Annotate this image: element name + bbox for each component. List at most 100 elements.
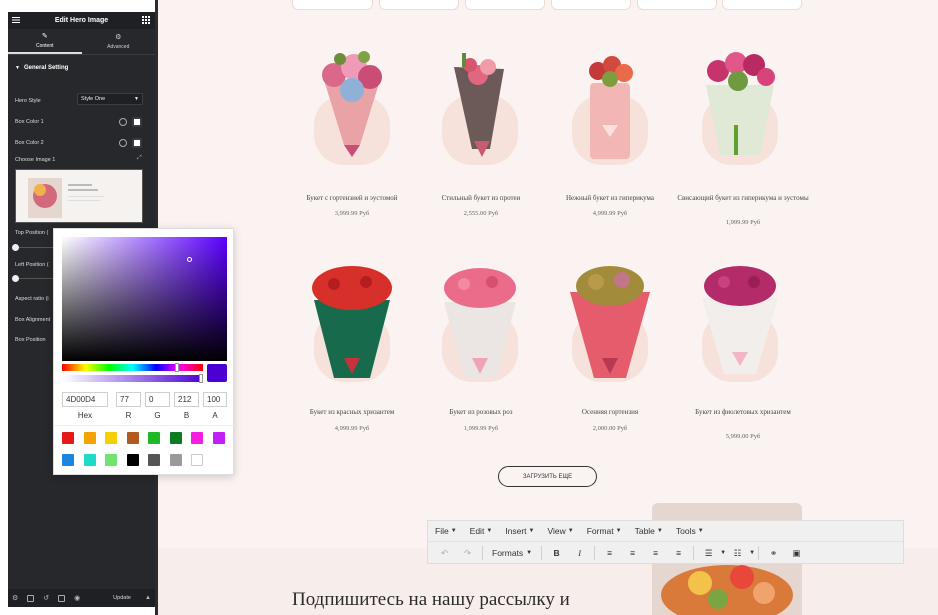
menu-view[interactable]: View ▼ [547,526,573,536]
load-more-button[interactable]: ЗАГРУЗИТЬ ЕЩЕ [498,466,597,487]
tab-label: Content [35,43,54,49]
saturation-handle[interactable] [187,257,192,262]
bold-icon[interactable]: B [545,543,568,563]
category-tab[interactable] [292,0,373,10]
product-image[interactable] [692,45,788,165]
redo-icon[interactable]: ↷ [456,543,479,563]
align-justify-icon[interactable]: ≡ [667,543,690,563]
product-image[interactable] [562,45,658,165]
undo-icon[interactable]: ↶ [433,543,456,563]
menu-tools[interactable]: Tools ▼ [676,526,704,536]
preset-color-swatch[interactable] [191,432,203,444]
a-input[interactable]: 100 [203,392,227,407]
chevron-up-icon[interactable]: ▲ [145,595,151,601]
product-name[interactable]: Букет из фиолетовых хризантем [685,408,801,417]
section-label: General Setting [23,65,69,71]
product-image[interactable] [304,262,400,382]
product-name[interactable]: Букет из красных хризантем [287,408,417,417]
numbered-list-icon[interactable]: ☷ [726,543,749,563]
g-input[interactable]: 0 [145,392,170,407]
preset-color-swatch[interactable] [83,454,96,466]
chevron-down-icon: ▼ [526,550,533,556]
product-name[interactable]: Букет из розовых роз [416,408,546,417]
category-tab[interactable] [551,0,631,10]
italic-icon[interactable]: I [568,543,591,563]
color-swatch-button[interactable] [132,117,142,127]
slider-handle[interactable] [12,275,19,282]
bullet-list-icon[interactable]: ☰ [697,543,720,563]
product-image[interactable] [432,262,528,382]
current-color-preview [207,364,227,382]
menu-edit[interactable]: Edit ▼ [470,526,493,536]
responsive-icon[interactable]: ⤢ [137,155,142,162]
preset-color-swatch[interactable] [169,454,182,466]
menu-table[interactable]: Table ▼ [635,526,663,536]
product-name[interactable]: Нежный букет из гиперикума [545,194,675,203]
preset-color-swatch[interactable] [169,432,182,444]
category-tab[interactable] [379,0,459,10]
tab-advanced[interactable]: ⚙ Advanced [82,29,156,54]
preset-color-swatch[interactable] [126,432,139,444]
slider-track[interactable] [15,278,55,279]
image-icon[interactable]: ▣ [785,543,808,563]
preset-color-swatch[interactable] [191,454,203,466]
product-image[interactable] [562,262,658,382]
update-button[interactable]: Update [108,592,136,604]
section-general-setting[interactable]: ▼ General Setting [8,55,155,71]
preset-color-swatch[interactable] [105,454,117,466]
align-left-icon[interactable]: ≡ [598,543,621,563]
product-image[interactable] [692,262,788,382]
preset-color-swatch[interactable] [126,454,139,466]
align-center-icon[interactable]: ≡ [621,543,644,563]
tab-content[interactable]: ✎ Content [8,29,82,54]
menu-file[interactable]: File ▼ [435,526,457,536]
grid-icon[interactable] [142,16,150,24]
hue-handle[interactable] [175,363,179,372]
layers-icon[interactable] [27,594,35,602]
formats-dropdown[interactable]: Formats ▼ [486,548,538,558]
slider-handle[interactable] [12,244,19,251]
color-swatch-button[interactable] [132,138,142,148]
product-name[interactable]: Стильный букет из протеи [416,194,546,203]
responsive-icon[interactable] [58,594,66,602]
align-right-icon[interactable]: ≡ [644,543,667,563]
hero-style-select[interactable]: Style One ▼ [77,93,143,105]
product-image[interactable] [304,45,400,165]
product-image[interactable] [432,45,528,165]
hue-slider[interactable] [62,364,203,371]
alpha-handle[interactable] [199,374,203,383]
alpha-slider[interactable] [62,375,203,382]
divider [54,425,235,426]
b-input[interactable]: 212 [174,392,199,407]
page: Букет с гортензией и эустомой 3,999.99 Р… [0,0,938,615]
slider-track[interactable] [15,247,55,248]
product-name[interactable]: Свисающий букет из гиперикума и эустомы [677,194,809,203]
preset-color-swatch[interactable] [105,432,117,444]
preset-color-swatch[interactable] [212,432,225,444]
product-name[interactable]: Букет с гортензией и эустомой [287,194,417,203]
image-preview[interactable] [15,169,143,223]
saturation-area[interactable] [62,237,227,361]
history-icon[interactable]: ↺ [43,594,49,602]
hero-style-value: Style One [81,96,106,102]
r-input[interactable]: 77 [116,392,141,407]
category-tab[interactable] [465,0,545,10]
category-tab[interactable] [722,0,802,10]
product-name[interactable]: Осенняя гортензия [545,408,675,417]
preset-color-swatch[interactable] [62,432,74,444]
chevron-down-icon[interactable]: ▼ [749,550,755,556]
preset-color-swatch[interactable] [148,454,160,466]
preset-color-swatch[interactable] [62,454,74,466]
hamburger-menu-icon[interactable] [12,16,20,24]
menu-insert[interactable]: Insert ▼ [505,526,534,536]
preset-color-swatch[interactable] [148,432,160,444]
hex-input[interactable]: 4D00D4 [62,392,108,407]
menu-format[interactable]: Format ▼ [587,526,622,536]
globe-icon[interactable] [119,139,127,147]
globe-icon[interactable] [119,118,127,126]
category-tab[interactable] [637,0,717,10]
eye-icon[interactable]: ◉ [74,594,80,602]
preset-color-swatch[interactable] [83,432,96,444]
link-icon[interactable]: ⚭ [762,543,785,563]
settings-icon[interactable]: ⚙ [12,594,18,602]
